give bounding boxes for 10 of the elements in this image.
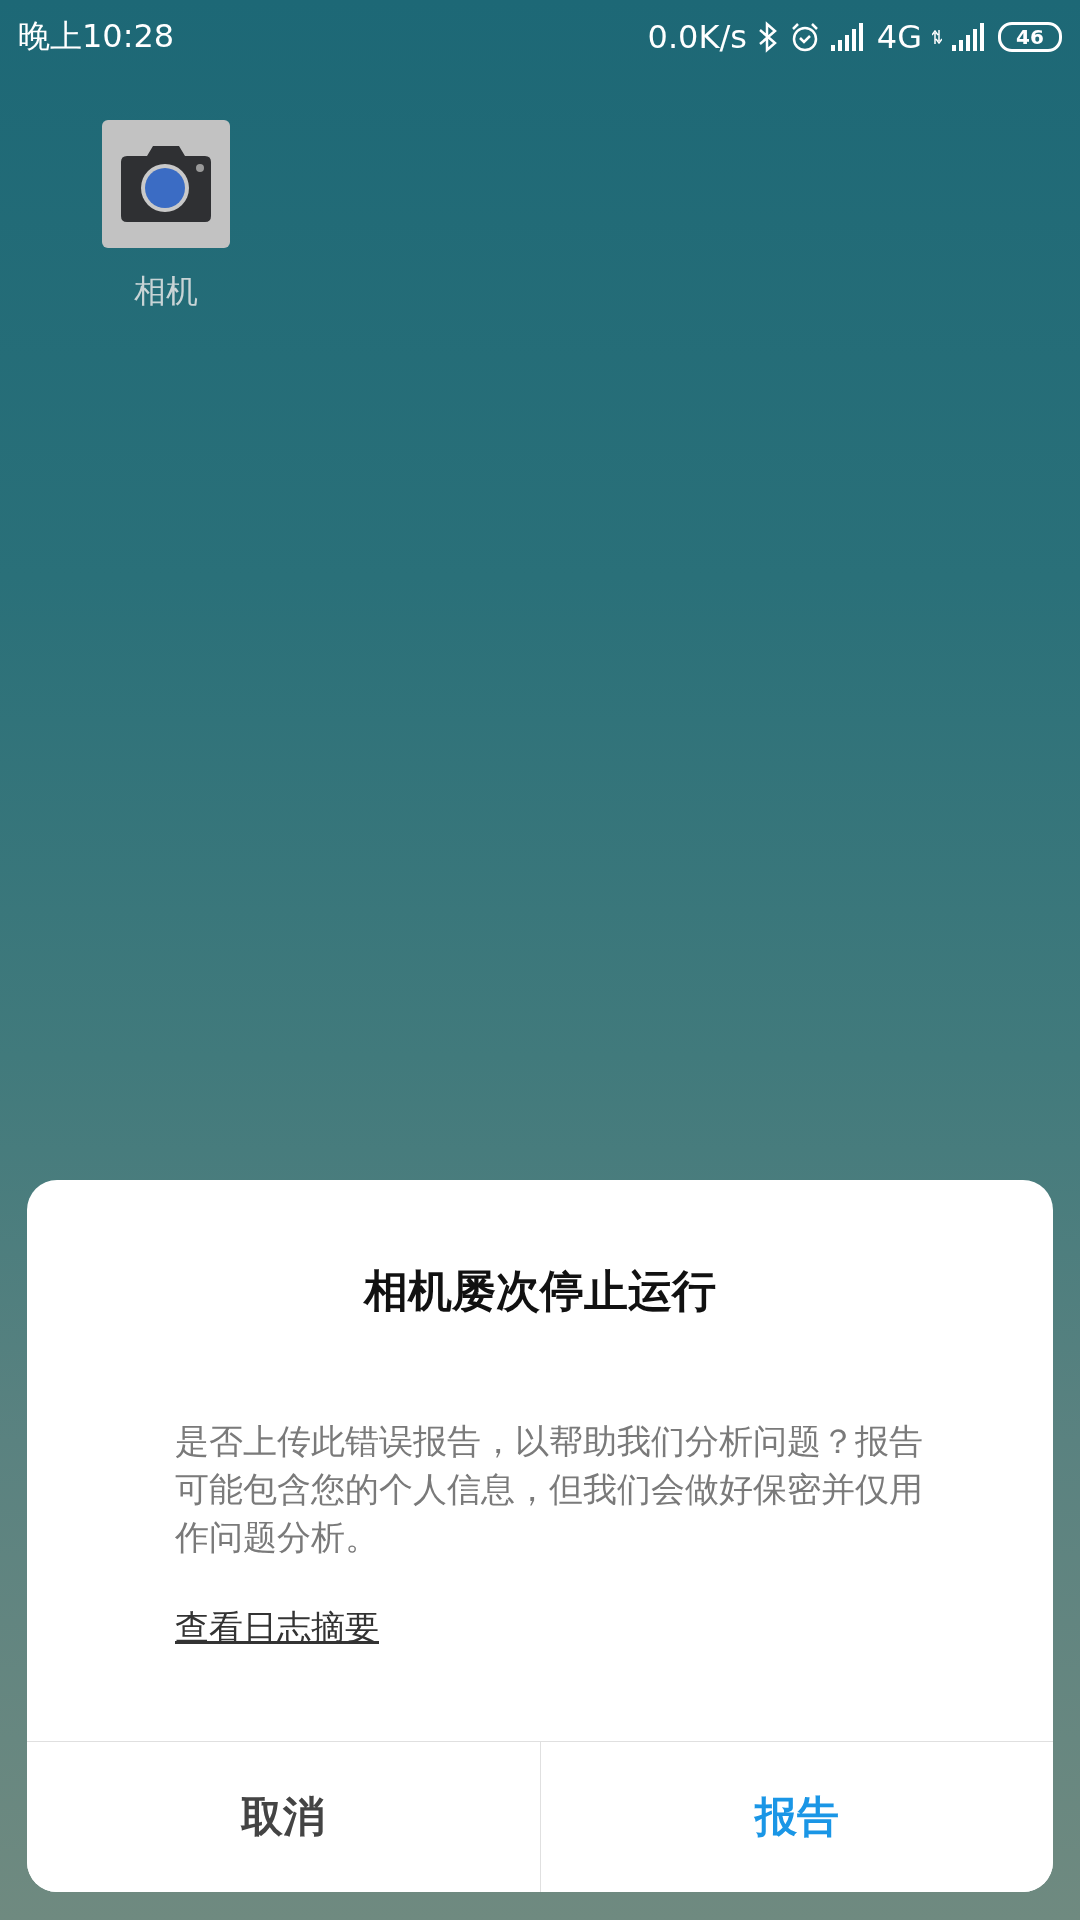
app-label: 相机 xyxy=(134,271,198,312)
battery-level: 46 xyxy=(1016,25,1044,49)
network-speed: 0.0K/s xyxy=(647,18,747,56)
network-type: 4G xyxy=(876,18,922,56)
view-log-link[interactable]: 查看日志摘要 xyxy=(175,1605,379,1651)
camera-app-icon[interactable] xyxy=(102,120,230,248)
dialog-title: 相机屡次停止运行 xyxy=(362,1264,717,1318)
clock-time: 晚上10:28 xyxy=(18,16,175,57)
dialog-message: 是否上传此错误报告，以帮助我们分析问题？报告可能包含您的个人信息，但我们会做好保密并仅用作问题分析。 xyxy=(175,1420,924,1559)
data-arrows-icon xyxy=(932,30,942,44)
